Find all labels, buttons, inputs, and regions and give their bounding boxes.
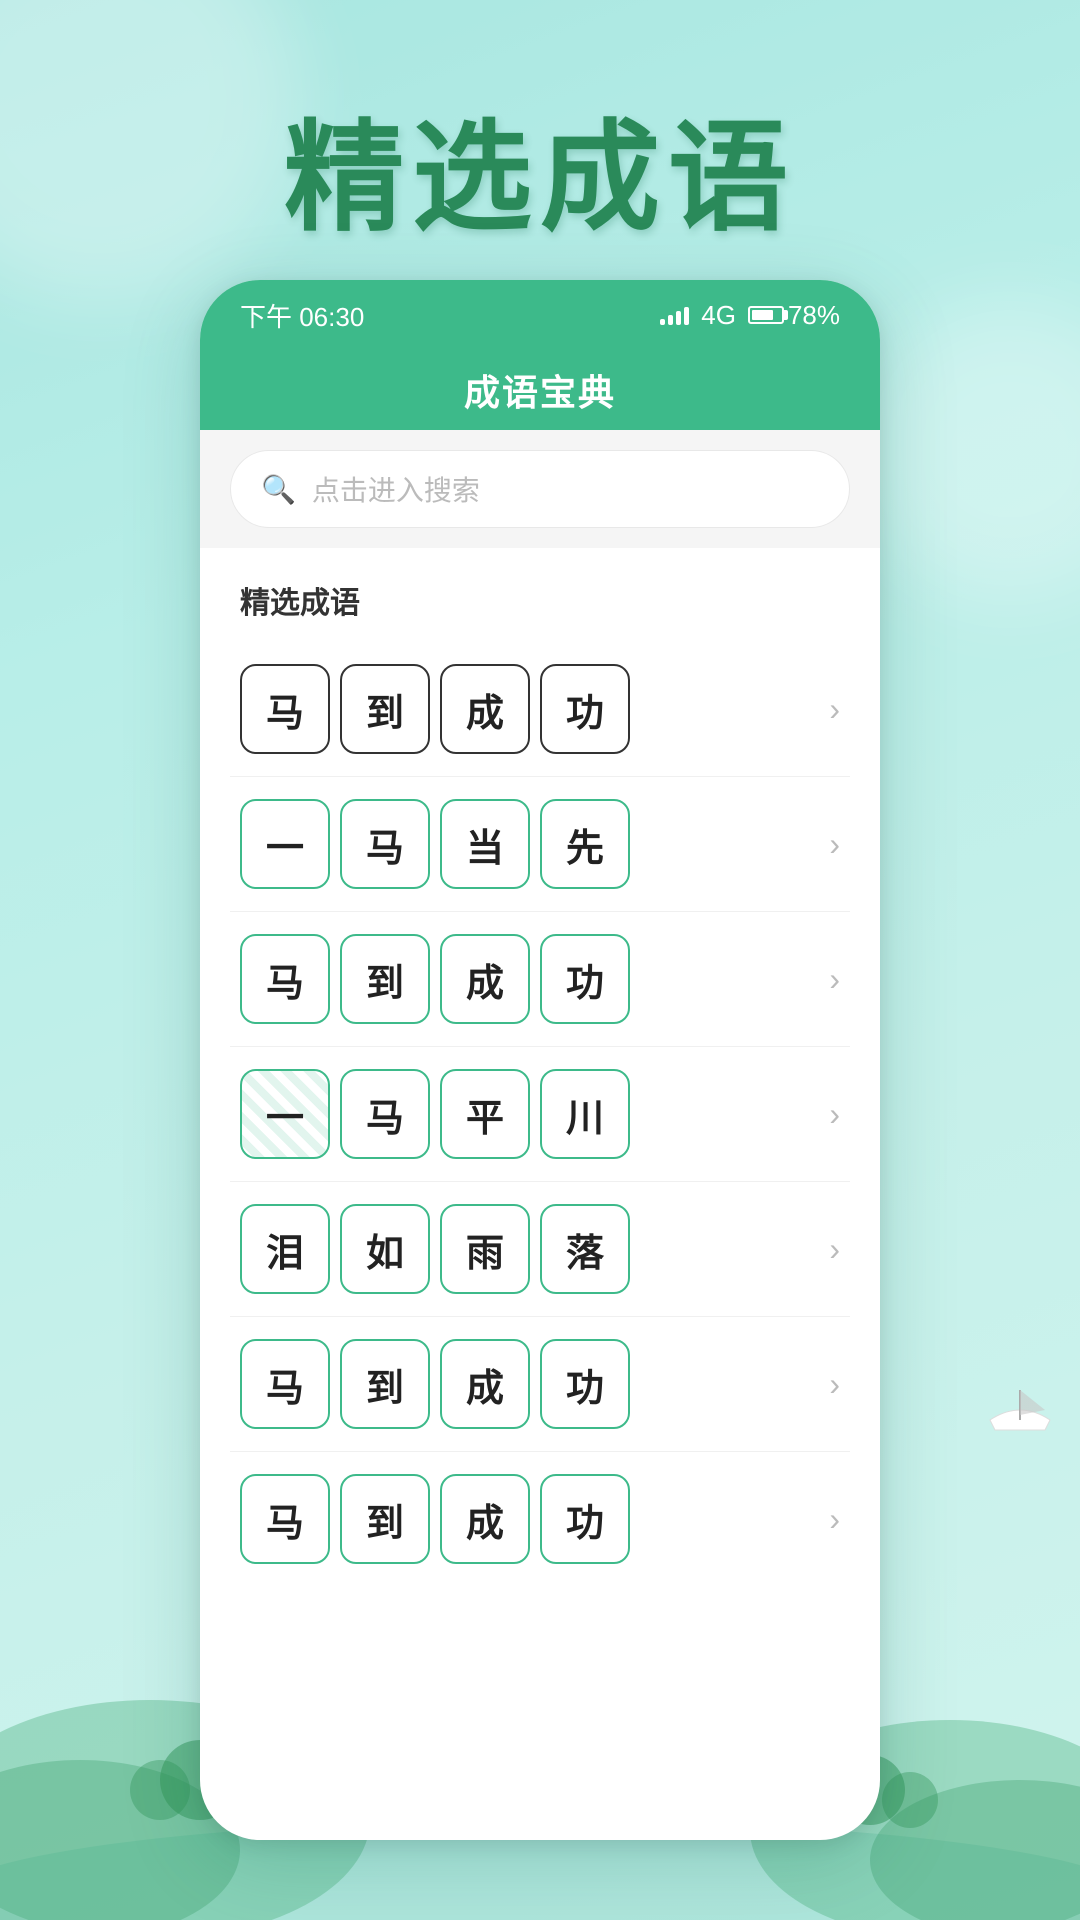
char-box: 马 bbox=[240, 934, 330, 1024]
idiom-chars-1: 马 到 成 功 bbox=[240, 664, 630, 754]
char-box: 一 bbox=[240, 799, 330, 889]
section-title: 精选成语 bbox=[200, 548, 880, 642]
char-box: 一 bbox=[240, 1069, 330, 1159]
char-box: 功 bbox=[540, 1339, 630, 1429]
char-box: 马 bbox=[340, 1069, 430, 1159]
signal-icon bbox=[660, 305, 689, 325]
status-bar: 下午 06:30 4G 78% bbox=[200, 280, 880, 350]
phone-mockup: 下午 06:30 4G 78% 成语宝典 🔍 bbox=[200, 280, 880, 1840]
char-box: 马 bbox=[240, 1474, 330, 1564]
app-header: 成语宝典 bbox=[200, 350, 880, 430]
idiom-chars-4: 一 马 平 川 bbox=[240, 1069, 630, 1159]
char-box: 马 bbox=[340, 799, 430, 889]
chevron-right-icon: › bbox=[829, 691, 840, 728]
idiom-list: 马 到 成 功 › 一 马 当 先 › 马 bbox=[200, 642, 880, 1586]
char-box: 到 bbox=[340, 664, 430, 754]
char-box: 当 bbox=[440, 799, 530, 889]
idiom-chars-7: 马 到 成 功 bbox=[240, 1474, 630, 1564]
char-box: 成 bbox=[440, 1339, 530, 1429]
search-placeholder: 点击进入搜索 bbox=[312, 469, 480, 509]
char-box: 马 bbox=[240, 1339, 330, 1429]
char-box: 马 bbox=[240, 664, 330, 754]
char-box: 川 bbox=[540, 1069, 630, 1159]
idiom-item-1[interactable]: 马 到 成 功 › bbox=[230, 642, 850, 777]
chevron-right-icon: › bbox=[829, 826, 840, 863]
chevron-right-icon: › bbox=[829, 1096, 840, 1133]
idiom-item-5[interactable]: 泪 如 雨 落 › bbox=[230, 1182, 850, 1317]
idiom-chars-5: 泪 如 雨 落 bbox=[240, 1204, 630, 1294]
chevron-right-icon: › bbox=[829, 1231, 840, 1268]
status-time: 下午 06:30 bbox=[240, 297, 364, 334]
idiom-chars-6: 马 到 成 功 bbox=[240, 1339, 630, 1429]
char-box: 平 bbox=[440, 1069, 530, 1159]
char-box: 成 bbox=[440, 1474, 530, 1564]
idiom-item-3[interactable]: 马 到 成 功 › bbox=[230, 912, 850, 1047]
light-spot-2 bbox=[860, 300, 1080, 600]
char-box: 如 bbox=[340, 1204, 430, 1294]
idiom-item-2[interactable]: 一 马 当 先 › bbox=[230, 777, 850, 912]
network-type: 4G bbox=[701, 300, 736, 331]
app-title: 成语宝典 bbox=[464, 364, 616, 416]
search-icon: 🔍 bbox=[261, 473, 296, 506]
chevron-right-icon: › bbox=[829, 1366, 840, 1403]
battery-percent: 78% bbox=[788, 300, 840, 331]
char-box: 功 bbox=[540, 934, 630, 1024]
search-bar[interactable]: 🔍 点击进入搜索 bbox=[230, 450, 850, 528]
char-box: 到 bbox=[340, 1474, 430, 1564]
boat-decoration bbox=[980, 1380, 1060, 1440]
char-box: 成 bbox=[440, 934, 530, 1024]
char-box: 成 bbox=[440, 664, 530, 754]
status-right: 4G 78% bbox=[660, 300, 840, 331]
content-area: 精选成语 马 到 成 功 › 一 马 当 先 bbox=[200, 548, 880, 1586]
chevron-right-icon: › bbox=[829, 1501, 840, 1538]
char-box: 到 bbox=[340, 934, 430, 1024]
search-container: 🔍 点击进入搜索 bbox=[200, 430, 880, 548]
battery-indicator: 78% bbox=[748, 300, 840, 331]
char-box: 雨 bbox=[440, 1204, 530, 1294]
char-box: 泪 bbox=[240, 1204, 330, 1294]
main-title: 精选成语 bbox=[0, 80, 1080, 254]
idiom-chars-2: 一 马 当 先 bbox=[240, 799, 630, 889]
char-box: 先 bbox=[540, 799, 630, 889]
idiom-item-4[interactable]: 一 马 平 川 › bbox=[230, 1047, 850, 1182]
char-box: 落 bbox=[540, 1204, 630, 1294]
char-box: 到 bbox=[340, 1339, 430, 1429]
idiom-item-7[interactable]: 马 到 成 功 › bbox=[230, 1452, 850, 1586]
idiom-chars-3: 马 到 成 功 bbox=[240, 934, 630, 1024]
chevron-right-icon: › bbox=[829, 961, 840, 998]
char-box: 功 bbox=[540, 1474, 630, 1564]
char-box: 功 bbox=[540, 664, 630, 754]
idiom-item-6[interactable]: 马 到 成 功 › bbox=[230, 1317, 850, 1452]
